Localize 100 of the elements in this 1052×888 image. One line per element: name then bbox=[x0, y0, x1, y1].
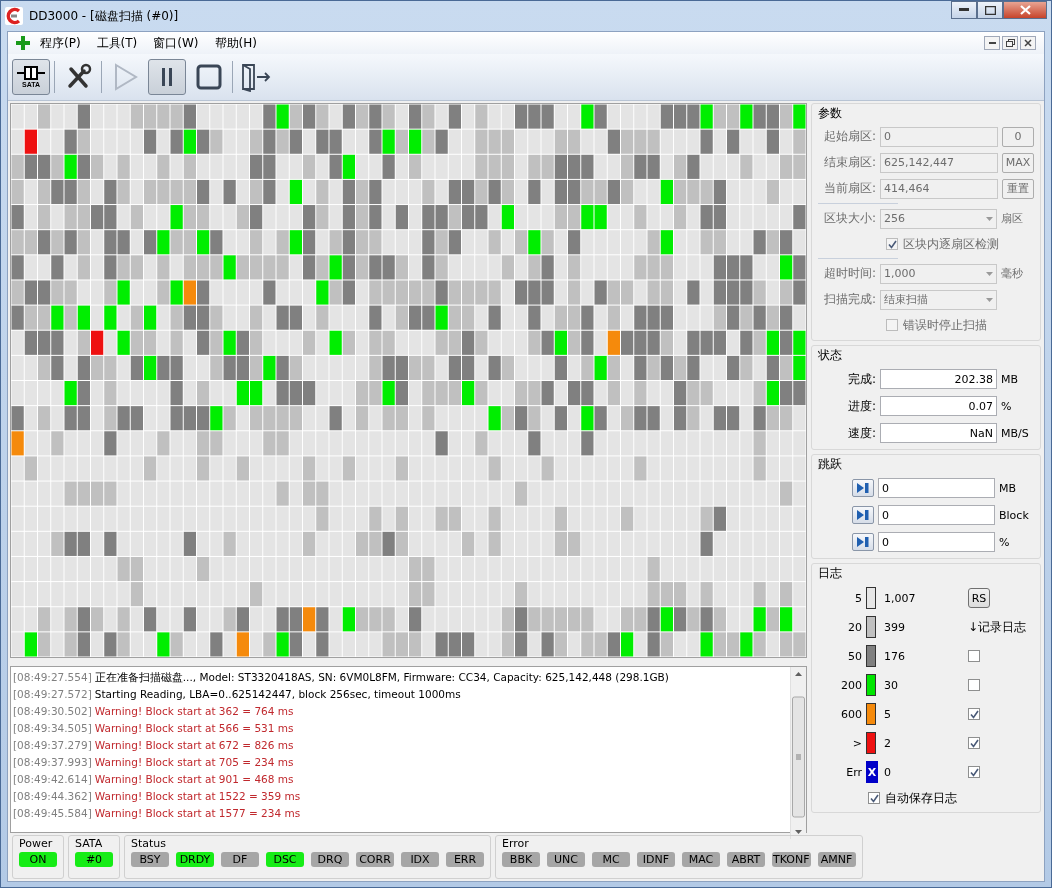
unit-label: 扇区 bbox=[1001, 211, 1024, 226]
reset-button[interactable]: RS bbox=[968, 588, 990, 608]
threshold-label: 50 bbox=[847, 649, 862, 663]
close-button[interactable] bbox=[1003, 1, 1047, 19]
checkbox-label: 错误时停止扫描 bbox=[903, 316, 987, 334]
log-message: Warning! Block start at 1522 = 359 ms bbox=[94, 789, 301, 804]
restore-button[interactable] bbox=[1002, 36, 1018, 50]
unit-label: % bbox=[999, 535, 1011, 549]
input-field[interactable]: 0 bbox=[878, 505, 995, 525]
maximize-button[interactable] bbox=[977, 1, 1003, 19]
pause-icon bbox=[160, 67, 174, 87]
indicator-light: #0 bbox=[75, 852, 113, 867]
checkbox[interactable] bbox=[968, 708, 980, 720]
indicator-light: IDX bbox=[401, 852, 439, 867]
group-title: Error bbox=[502, 837, 530, 850]
indicator-light: BBK bbox=[502, 852, 540, 867]
input-field[interactable]: 0 bbox=[878, 478, 995, 498]
skip-button[interactable] bbox=[852, 479, 874, 497]
app-logo-icon bbox=[5, 7, 23, 25]
skip-button[interactable] bbox=[852, 533, 874, 551]
field-label: 扫描完成: bbox=[822, 291, 876, 308]
input-field[interactable]: 0 bbox=[878, 532, 995, 552]
menu-item[interactable]: 程序(P) bbox=[34, 33, 87, 53]
menu-item[interactable]: 帮助(H) bbox=[208, 33, 263, 53]
close-icon bbox=[1019, 5, 1031, 15]
log-message: Warning! Block start at 672 = 826 ms bbox=[94, 738, 294, 753]
caret-icon bbox=[986, 216, 993, 221]
threshold-label: 5 bbox=[854, 591, 862, 605]
field-label: 区块大小: bbox=[822, 210, 876, 227]
minimize-button[interactable] bbox=[951, 1, 977, 19]
close-button[interactable] bbox=[1020, 36, 1036, 50]
indicator-light: DRQ bbox=[311, 852, 349, 867]
pause-button[interactable] bbox=[148, 59, 186, 95]
menu-item[interactable]: 工具(T) bbox=[90, 33, 144, 53]
log-timestamp: [08:49:27.554] bbox=[13, 670, 92, 685]
unit-label: Block bbox=[999, 508, 1030, 522]
indicator-light: DRDY bbox=[176, 852, 214, 867]
checkbox[interactable] bbox=[968, 766, 980, 778]
group-title: SATA bbox=[75, 837, 104, 850]
skip-icon bbox=[856, 536, 870, 548]
group-title: Power bbox=[19, 837, 54, 850]
field-label: 完成: bbox=[846, 370, 876, 388]
maximize-icon bbox=[984, 5, 996, 15]
log-message: Warning! Block start at 566 = 531 ms bbox=[94, 721, 294, 736]
scrollbar-drawing[interactable] bbox=[790, 667, 806, 839]
block-count: 176 bbox=[884, 649, 906, 663]
error-swatch: X bbox=[866, 761, 878, 783]
skip-icon bbox=[856, 509, 870, 521]
column-header: ↓记录日志 bbox=[968, 619, 1027, 634]
log-message: Starting Reading, LBA=0..625142447, block 256sec, timeout 1000ms bbox=[94, 687, 461, 702]
indicator-light: ABRT bbox=[727, 852, 765, 867]
threshold-label: 20 bbox=[847, 620, 862, 634]
output-field: 0.07 bbox=[880, 396, 997, 416]
group-title: 日志 bbox=[818, 565, 843, 582]
indicator-light: CORR bbox=[356, 852, 394, 867]
checkbox-label: 自动保存日志 bbox=[885, 789, 957, 807]
log-message: Warning! Block start at 362 = 764 ms bbox=[94, 704, 294, 719]
minimize-button[interactable] bbox=[984, 36, 1000, 50]
output-field: 202.38 bbox=[880, 369, 997, 389]
threshold-label: Err bbox=[845, 765, 862, 779]
field-label: 当前扇区: bbox=[822, 180, 876, 197]
log-timestamp: [08:49:27.572] bbox=[13, 687, 92, 702]
restore-icon bbox=[1005, 39, 1015, 47]
block-count: 5 bbox=[884, 707, 892, 721]
exit-icon bbox=[240, 62, 272, 92]
checkbox[interactable] bbox=[968, 679, 980, 691]
skip-icon bbox=[856, 482, 870, 494]
minimize-icon bbox=[959, 8, 969, 12]
plus-icon bbox=[16, 36, 30, 50]
caret-icon bbox=[986, 297, 993, 302]
threshold-label: > bbox=[851, 736, 862, 750]
indicator-light: MC bbox=[592, 852, 630, 867]
connector-icon bbox=[16, 65, 46, 81]
log-timestamp: [08:49:30.502] bbox=[13, 704, 92, 719]
checkbox[interactable] bbox=[968, 650, 980, 662]
field-label: 超时时间: bbox=[822, 265, 876, 282]
log-message: 正在准备扫描磁盘..., Model: ST3320418AS, SN: 6VM0L8FM, Firmware: CC34, Capacity: 625,142,448 (298.1GB) bbox=[94, 670, 669, 685]
skip-button[interactable] bbox=[852, 506, 874, 524]
indicator-light: TKONF bbox=[772, 852, 811, 867]
menu-item[interactable]: 窗口(W) bbox=[147, 33, 205, 53]
log-timestamp: [08:49:44.362] bbox=[13, 789, 92, 804]
field-label: 起始扇区: bbox=[822, 128, 876, 145]
field-label: 进度: bbox=[846, 397, 876, 415]
log-message: Warning! Block start at 1577 = 234 ms bbox=[94, 806, 301, 821]
indicator-light: IDNF bbox=[637, 852, 675, 867]
block-count: 399 bbox=[884, 620, 906, 634]
checkbox[interactable] bbox=[868, 792, 880, 804]
unit-label: MB bbox=[999, 481, 1018, 495]
log-message: Warning! Block start at 901 = 468 ms bbox=[94, 772, 294, 787]
indicator-light: BSY bbox=[131, 852, 169, 867]
group-title: 参数 bbox=[818, 105, 843, 122]
indicator-light: ERR bbox=[446, 852, 484, 867]
indicator-light: DF bbox=[221, 852, 259, 867]
output-field: NaN bbox=[880, 423, 997, 443]
window-title: DD3000 - [磁盘扫描 (#0)] bbox=[29, 7, 180, 25]
threshold-label: 200 bbox=[840, 678, 862, 692]
minimize-icon bbox=[988, 41, 996, 45]
indicator-light: ON bbox=[19, 852, 57, 867]
log-timestamp: [08:49:42.614] bbox=[13, 772, 92, 787]
checkbox[interactable] bbox=[968, 737, 980, 749]
